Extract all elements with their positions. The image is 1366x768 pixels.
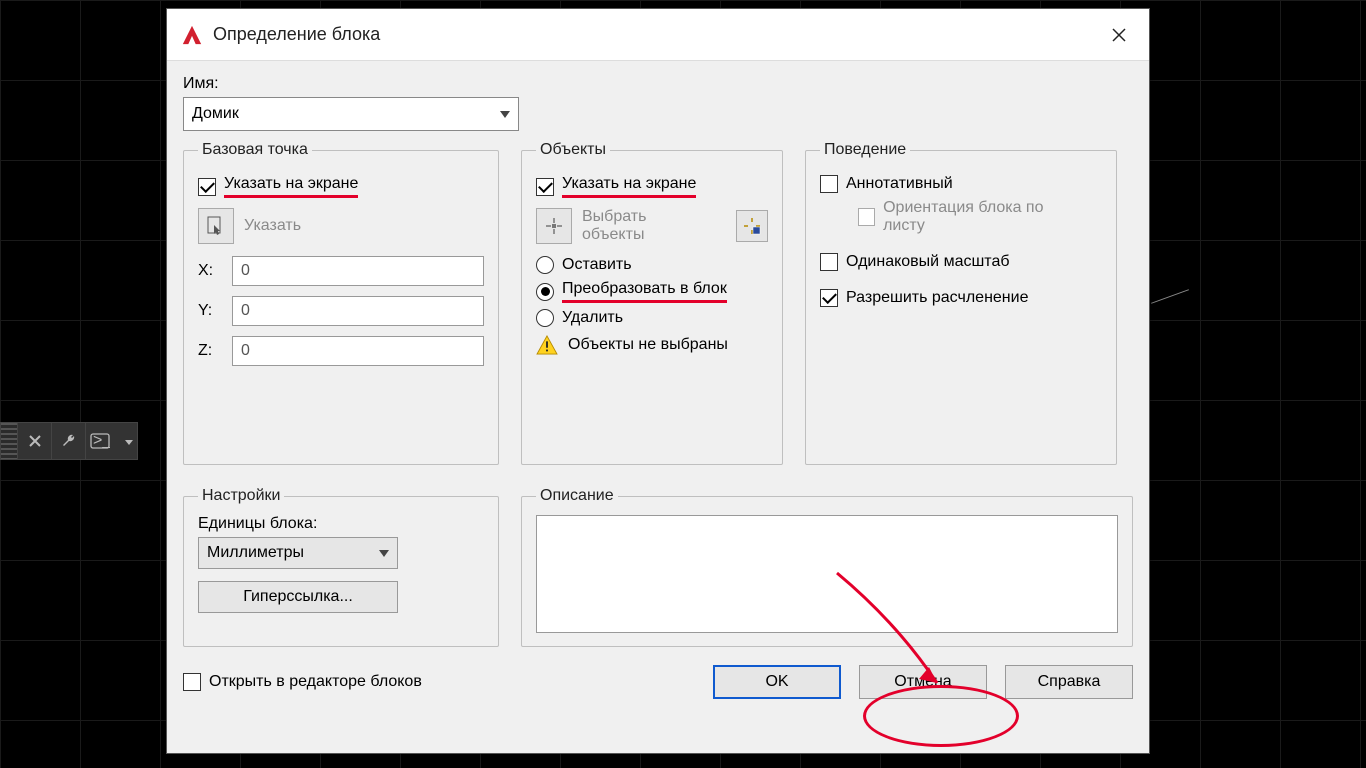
behavior-group: Поведение Аннотативный Ориентация блока …	[805, 141, 1117, 465]
quick-select-icon	[743, 217, 761, 235]
toolbar-close-icon[interactable]	[17, 423, 51, 459]
pick-point-button[interactable]	[198, 208, 234, 244]
checkbox-icon	[820, 289, 838, 307]
annotative-label: Аннотативный	[846, 175, 953, 193]
retain-label: Оставить	[562, 256, 632, 274]
checkbox-icon	[858, 208, 875, 226]
ok-button[interactable]: OK	[713, 665, 841, 699]
x-label: X:	[198, 262, 220, 280]
open-in-block-editor-label: Открыть в редакторе блоков	[209, 673, 422, 691]
block-name-value: Домик	[192, 105, 239, 123]
toolbar-wrench-icon[interactable]	[51, 423, 85, 459]
y-input[interactable]	[232, 296, 484, 326]
select-objects-button[interactable]	[536, 208, 572, 244]
chevron-down-icon	[500, 105, 510, 123]
base-point-group: Базовая точка Указать на экране Указать …	[183, 141, 499, 465]
toolbar-command-dropdown[interactable]: >_	[85, 423, 137, 459]
checkbox-icon	[198, 178, 216, 196]
allow-explode-label: Разрешить расчленение	[846, 289, 1028, 307]
y-label: Y:	[198, 302, 220, 320]
radio-icon	[536, 283, 554, 301]
match-orientation-label: Ориентация блока по листу	[883, 199, 1078, 235]
annotative-checkbox[interactable]: Аннотативный	[820, 175, 1102, 193]
objects-specify-label: Указать на экране	[562, 175, 696, 198]
status-toolbar: >_	[0, 422, 138, 460]
checkbox-icon	[820, 253, 838, 271]
cancel-button[interactable]: Отмена	[859, 665, 987, 699]
close-icon	[1111, 27, 1127, 43]
autocad-icon	[181, 24, 203, 46]
description-textarea[interactable]	[536, 515, 1118, 633]
name-label: Имя:	[183, 75, 1133, 93]
titlebar: Определение блока	[167, 9, 1149, 61]
checkbox-icon	[820, 175, 838, 193]
description-group: Описание	[521, 487, 1133, 647]
base-specify-label: Указать на экране	[224, 175, 358, 198]
uniform-scale-label: Одинаковый масштаб	[846, 253, 1010, 271]
match-orientation-checkbox: Ориентация блока по листу	[858, 199, 1078, 235]
block-units-combobox[interactable]: Миллиметры	[198, 537, 398, 569]
behavior-legend: Поведение	[820, 141, 910, 159]
select-objects-icon	[544, 216, 564, 236]
help-button[interactable]: Справка	[1005, 665, 1133, 699]
block-units-value: Миллиметры	[207, 544, 304, 562]
x-input[interactable]	[232, 256, 484, 286]
select-objects-label: Выбрать объекты	[582, 208, 692, 244]
toolbar-grip[interactable]	[1, 423, 17, 459]
description-legend: Описание	[536, 487, 618, 505]
quick-select-button[interactable]	[736, 210, 768, 242]
allow-explode-checkbox[interactable]: Разрешить расчленение	[820, 289, 1102, 307]
warning-icon	[536, 335, 558, 355]
objects-legend: Объекты	[536, 141, 610, 159]
block-definition-dialog: Определение блока Имя: Домик Базовая точ…	[166, 8, 1150, 754]
convert-radio[interactable]: Преобразовать в блок	[536, 280, 768, 303]
radio-icon	[536, 256, 554, 274]
retain-radio[interactable]: Оставить	[536, 256, 768, 274]
no-objects-label: Объекты не выбраны	[568, 336, 728, 354]
dialog-title: Определение блока	[213, 24, 380, 45]
z-label: Z:	[198, 342, 220, 360]
settings-legend: Настройки	[198, 487, 284, 505]
block-name-combobox[interactable]: Домик	[183, 97, 519, 131]
pick-point-icon	[205, 215, 227, 237]
z-input[interactable]	[232, 336, 484, 366]
open-in-block-editor-checkbox[interactable]: Открыть в редакторе блоков	[183, 673, 422, 691]
radio-icon	[536, 309, 554, 327]
convert-label: Преобразовать в блок	[562, 280, 727, 303]
settings-group: Настройки Единицы блока: Миллиметры Гипе…	[183, 487, 499, 647]
block-units-label: Единицы блока:	[198, 515, 484, 533]
base-point-legend: Базовая точка	[198, 141, 312, 159]
objects-group: Объекты Указать на экране Выбрать объект…	[521, 141, 783, 465]
checkbox-icon	[183, 673, 201, 691]
delete-label: Удалить	[562, 309, 623, 327]
pick-point-label: Указать	[244, 217, 301, 235]
base-specify-on-screen-checkbox[interactable]: Указать на экране	[198, 175, 484, 198]
hyperlink-button[interactable]: Гиперссылка...	[198, 581, 398, 613]
svg-text:>_: >_	[93, 433, 110, 449]
delete-radio[interactable]: Удалить	[536, 309, 768, 327]
uniform-scale-checkbox[interactable]: Одинаковый масштаб	[820, 253, 1102, 271]
checkbox-icon	[536, 178, 554, 196]
chevron-down-icon	[379, 544, 389, 562]
objects-specify-on-screen-checkbox[interactable]: Указать на экране	[536, 175, 768, 198]
close-button[interactable]	[1091, 9, 1147, 61]
